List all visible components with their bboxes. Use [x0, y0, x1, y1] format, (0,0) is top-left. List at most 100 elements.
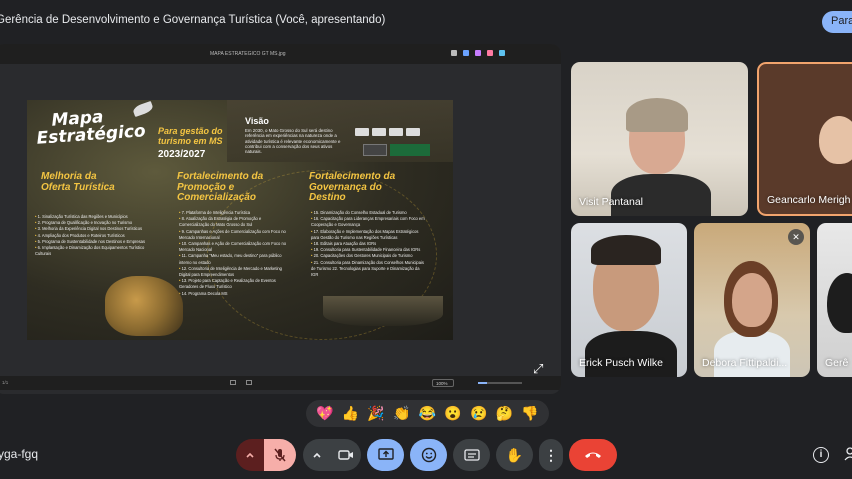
mic-options-button[interactable]: [236, 439, 264, 471]
logo-5: [363, 144, 387, 156]
column-2-heading: Fortalecimento da Promoção e Comercializ…: [177, 171, 264, 203]
logo-1: [355, 128, 369, 136]
thumbs-down-reaction-icon[interactable]: 👎: [521, 405, 538, 422]
file-name: MAPA ESTRATEGICO GT MS.jpg: [210, 51, 286, 57]
government-logos: [363, 144, 430, 156]
vision-heading: Visão: [245, 116, 269, 126]
camera-toggle-button[interactable]: [331, 439, 361, 471]
emoji-icon: [421, 447, 436, 463]
meeting-title: Gerência de Desenvolvimento e Governança…: [0, 14, 386, 26]
logo-3: [389, 128, 403, 136]
participant-name: Debora Fittipaldi...: [702, 357, 788, 369]
participant-body: [714, 331, 790, 377]
more-vert-icon: ⋮: [544, 446, 558, 463]
boat-illustration: [323, 296, 443, 326]
column-1-list: 1. Sinalização Turística das Regiões e M…: [35, 214, 153, 257]
participant-body: [585, 331, 677, 377]
present-screen-button[interactable]: [367, 439, 404, 471]
column-3-heading: Fortalecimento da Governança do Destino: [309, 171, 396, 203]
participant-face: [819, 116, 852, 164]
favorite-icon[interactable]: [487, 50, 493, 56]
participant-hair: [626, 98, 688, 132]
slide-subtitle: Para gestão do turismo em MS: [158, 126, 223, 146]
edit-icon[interactable]: [463, 50, 469, 56]
chevron-up-icon: [246, 452, 254, 458]
partner-logos: [355, 128, 420, 136]
party-reaction-icon[interactable]: 🎉: [367, 405, 384, 422]
list-item: 21. Consultoria para Dinamização dos Con…: [311, 260, 425, 279]
emoji-reactions-button[interactable]: [410, 439, 447, 471]
list-item: 17. Elaboração e Implementação dos Mapas…: [311, 229, 425, 241]
slide-title: Mapa Estratégico: [35, 106, 146, 149]
image-viewer-statusbar: 1/1 100%: [0, 376, 561, 390]
expand-icon[interactable]: ⤢: [533, 362, 547, 376]
laugh-reaction-icon[interactable]: 😂: [419, 405, 436, 422]
participant-hair: [827, 273, 852, 333]
logo-6: [390, 144, 430, 156]
list-item: 12. Consultoria de Inteligência de Merca…: [179, 266, 287, 278]
raise-hand-button[interactable]: ✋: [496, 439, 533, 471]
sad-reaction-icon[interactable]: 😢: [470, 405, 487, 422]
camera-options-button[interactable]: [303, 439, 331, 471]
list-item: 11. Campanha "Meu estado, meu destino" p…: [179, 253, 287, 265]
reactions-bar: 💖 👍 🎉 👏 😂 😮 😢 🤔 👎: [306, 400, 549, 427]
zoom-select[interactable]: 100%: [432, 379, 454, 387]
thumbs-up-reaction-icon[interactable]: 👍: [342, 405, 359, 422]
share-icon[interactable]: [451, 50, 457, 56]
top-bar: Gerência de Desenvolvimento e Governança…: [0, 0, 852, 43]
heart-reaction-icon[interactable]: 💖: [316, 405, 333, 422]
more-options-button[interactable]: ⋮: [539, 439, 563, 471]
video-camera-icon: [338, 450, 353, 460]
participant-tile-active-speaker[interactable]: Geancarlo Merigh: [757, 62, 852, 216]
leave-call-button[interactable]: [569, 439, 617, 471]
participant-tile[interactable]: ✕ Debora Fittipaldi...: [694, 223, 810, 377]
column-3-list: 15. Dinamização do Conselho Estadual de …: [311, 210, 425, 278]
fullscreen-icon[interactable]: [246, 380, 252, 385]
thinking-reaction-icon[interactable]: 🤔: [496, 405, 513, 422]
clap-reaction-icon[interactable]: 👏: [393, 405, 410, 422]
page-info: 1/1: [2, 380, 9, 385]
fit-icon[interactable]: [230, 380, 236, 385]
microphone-toggle-button[interactable]: [264, 439, 296, 471]
slide-years: 2023/2027: [158, 149, 206, 160]
list-item: 10. Campanhas e Ação de Comercialização …: [179, 241, 287, 253]
image-viewer-toolbar: MAPA ESTRATEGICO GT MS.jpg: [0, 44, 561, 64]
meeting-code: yga-fgq: [0, 447, 39, 461]
column-1-heading: Melhoria da Oferta Turística: [41, 171, 115, 193]
muted-mic-icon: ✕: [788, 229, 804, 245]
captions-button[interactable]: [453, 439, 490, 471]
logo-4: [406, 128, 420, 136]
surprised-reaction-icon[interactable]: 😮: [444, 405, 461, 422]
raise-hand-icon: ✋: [505, 446, 524, 463]
chevron-up-icon: [313, 452, 321, 458]
captions-icon: [463, 449, 480, 461]
list-item: 9. Campanhas e Ações de Comercialização …: [179, 229, 287, 241]
info-icon[interactable]: i: [813, 447, 829, 463]
top-action-button[interactable]: Para: [822, 11, 852, 33]
list-item: 14. Programa Decola MS: [179, 291, 287, 297]
vision-text: Em 2030, o Mato Grosso do Sul será desti…: [245, 128, 341, 155]
list-item: 13. Projeto para Captação e Realização d…: [179, 278, 287, 290]
jaguar-illustration: [105, 276, 183, 336]
participant-name: Geancarlo Merigh: [767, 194, 851, 206]
viewer-toolbar-icons: [451, 50, 505, 56]
list-item: 16. Capacitação para Lideranças Empresar…: [311, 216, 425, 228]
statusbar-icons: [230, 380, 252, 385]
participant-tile[interactable]: Gerê: [817, 223, 852, 377]
hang-up-icon: [585, 452, 601, 458]
people-icon[interactable]: [844, 447, 852, 461]
cloud-icon[interactable]: [499, 50, 505, 56]
list-item: 8. Atualização da Estratégia de Promoção…: [179, 216, 287, 228]
participant-body: [611, 174, 711, 216]
participant-tile[interactable]: Erick Pusch Wilke: [571, 223, 687, 377]
zoom-slider[interactable]: [478, 382, 522, 384]
list-item: 6. Implantação e Dinamização dos Equipam…: [35, 245, 153, 257]
presentation-tile: MAPA ESTRATEGICO GT MS.jpg Mapa Estratég…: [0, 44, 561, 394]
effects-icon[interactable]: [475, 50, 481, 56]
strategic-map-slide: Mapa Estratégico Para gestão do turismo …: [27, 100, 453, 340]
participant-tile[interactable]: Visit Pantanal: [571, 62, 748, 216]
participant-name: Visit Pantanal: [579, 196, 644, 208]
participant-hair: [591, 235, 661, 265]
logo-2: [372, 128, 386, 136]
participant-name: Gerê: [825, 357, 849, 369]
